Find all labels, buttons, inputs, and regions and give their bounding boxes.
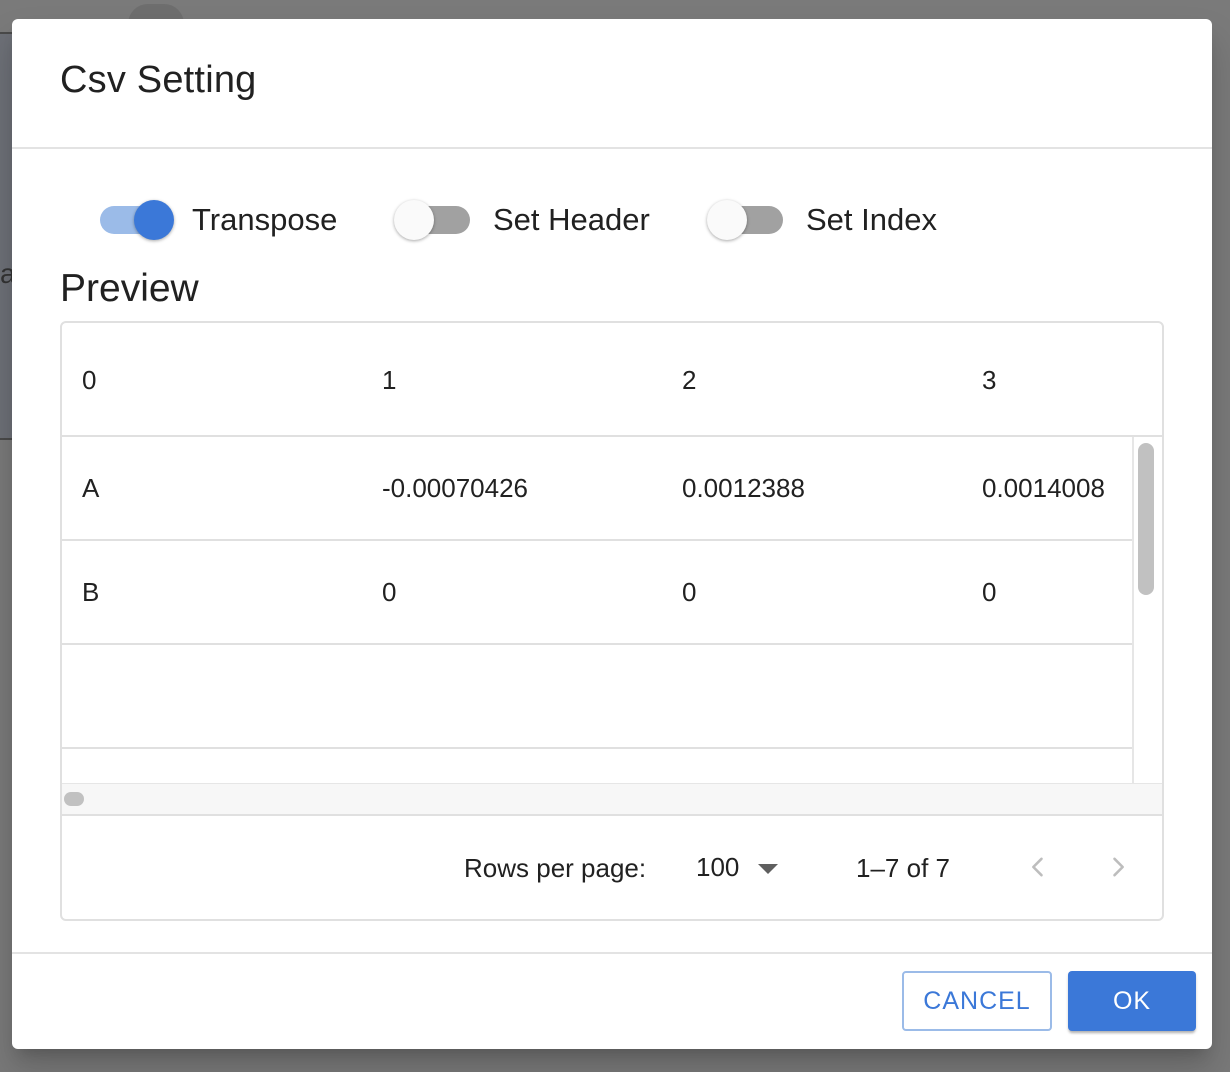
- table-pagination: Rows per page: 100 1–7 of 7: [62, 817, 1162, 917]
- dialog-title: Csv Setting: [60, 59, 257, 101]
- table-cell: 0.0014008: [982, 473, 1105, 503]
- vertical-scrollbar-thumb[interactable]: [1138, 443, 1154, 595]
- table-cell: -0.00070426: [382, 473, 529, 503]
- table-row: B 0 0 0: [62, 541, 1132, 645]
- column-header[interactable]: 2: [682, 365, 696, 396]
- table-header-row: 0 1 2 3: [62, 323, 1162, 437]
- csv-setting-dialog: Csv Setting Transpose Set Header Set Ind…: [12, 19, 1212, 1049]
- title-divider: [12, 147, 1212, 149]
- table-cell: 0: [382, 577, 397, 607]
- table-cell: A: [82, 473, 100, 503]
- set-header-label: Set Header: [493, 202, 650, 237]
- column-header[interactable]: 1: [382, 365, 396, 396]
- table-body: A -0.00070426 0.0012388 0.0014008 B 0 0 …: [62, 437, 1134, 783]
- rows-per-page-select[interactable]: 100: [692, 847, 782, 887]
- table-row: A -0.00070426 0.0012388 0.0014008: [62, 437, 1132, 541]
- rows-per-page-value: 100: [696, 852, 740, 882]
- chevron-left-icon: [1032, 857, 1043, 877]
- table-row: [62, 645, 1132, 749]
- set-index-label: Set Index: [806, 202, 937, 237]
- table-row: [62, 749, 1132, 783]
- table-cell: B: [82, 577, 100, 607]
- preview-heading: Preview: [60, 267, 199, 310]
- page-range-text: 1–7 of 7: [856, 853, 950, 883]
- rows-per-page-label: Rows per page:: [464, 853, 647, 883]
- column-header[interactable]: 3: [982, 365, 996, 396]
- set-header-toggle-thumb: [394, 200, 434, 240]
- column-header[interactable]: 0: [82, 365, 96, 396]
- previous-page-button[interactable]: [1014, 843, 1062, 891]
- chevron-right-icon: [1113, 857, 1124, 877]
- table-cell: 0: [982, 577, 997, 607]
- transpose-toggle-thumb: [134, 200, 174, 240]
- ok-button[interactable]: OK: [1068, 971, 1196, 1031]
- preview-table: 0 1 2 3 A -0.00070426 0.0012388 0.001400…: [60, 321, 1164, 921]
- transpose-label: Transpose: [192, 202, 338, 237]
- horizontal-scrollbar-thumb[interactable]: [64, 792, 84, 806]
- table-cell: 0: [682, 577, 697, 607]
- next-page-button[interactable]: [1094, 843, 1142, 891]
- cancel-button[interactable]: CANCEL: [902, 971, 1052, 1031]
- caret-down-icon: [758, 864, 778, 874]
- table-cell: 0.0012388: [682, 473, 805, 503]
- horizontal-scrollbar-track[interactable]: [62, 783, 1162, 816]
- set-index-toggle-thumb: [707, 200, 747, 240]
- actions-divider: [12, 952, 1212, 954]
